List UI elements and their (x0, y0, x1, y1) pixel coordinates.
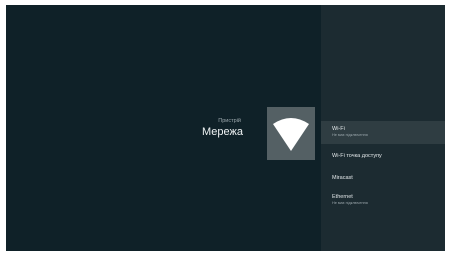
menu-item-ethernet[interactable]: Ethernet Не має підключення (321, 192, 445, 210)
settings-menu: Wi-Fi Не має підключення Wi-Fi точка дос… (321, 5, 445, 251)
menu-item-subtitle: Не має підключення (332, 201, 368, 205)
page-title: Мережа (202, 126, 243, 138)
wifi-icon (273, 118, 309, 151)
menu-item-wifi-hotspot[interactable]: Wi-Fi точка доступу (321, 150, 445, 163)
left-pane: Пристрій Мережа (6, 5, 321, 251)
menu-item-label: Wi-Fi (332, 126, 345, 132)
menu-item-label: Miracast (332, 175, 353, 181)
network-tile (267, 107, 315, 160)
breadcrumb: Пристрій (218, 118, 241, 124)
menu-item-subtitle: Не має підключення (332, 133, 368, 137)
menu-item-label: Wi-Fi точка доступу (332, 153, 382, 159)
menu-item-wifi[interactable]: Wi-Fi Не має підключення (321, 121, 445, 144)
menu-item-miracast[interactable]: Miracast (321, 172, 445, 185)
tv-screen: Пристрій Мережа Wi-Fi Не має підключення… (6, 5, 445, 251)
menu-item-label: Ethernet (332, 194, 353, 200)
